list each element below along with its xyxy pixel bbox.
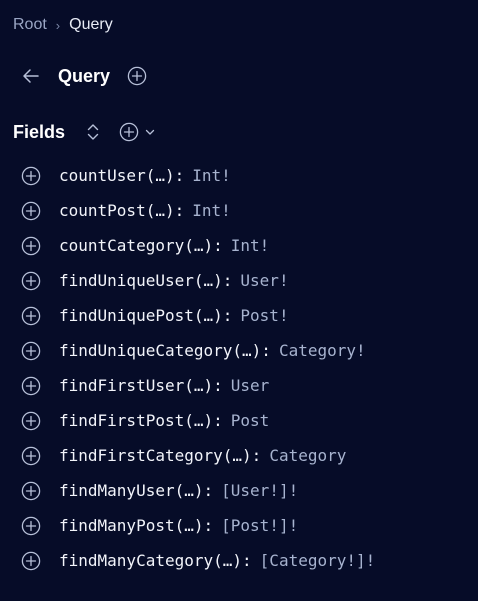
field-type-link[interactable]: Category! (279, 341, 366, 360)
field-row[interactable]: countCategory (…) : Int! (20, 228, 375, 263)
field-args: (…) (184, 376, 214, 395)
arrow-left-icon[interactable] (20, 65, 42, 87)
field-row[interactable]: findFirstCategory (…) : Category (20, 438, 375, 473)
field-colon: : (174, 166, 185, 185)
field-colon: : (251, 446, 262, 465)
plus-circle-icon[interactable] (20, 375, 42, 397)
field-args: (…) (193, 306, 223, 325)
field-type-link[interactable]: Int! (231, 236, 270, 255)
plus-circle-icon[interactable] (20, 480, 42, 502)
fields-section-header: Fields (13, 118, 156, 146)
field-args: (…) (184, 411, 214, 430)
field-colon: : (242, 551, 252, 570)
page-title: Query (58, 65, 111, 86)
field-signature[interactable]: countPost (…) : Int! (59, 201, 231, 220)
field-type-link[interactable]: User! (240, 271, 288, 290)
field-signature[interactable]: findFirstCategory (…) : Category (59, 446, 346, 465)
field-row[interactable]: findManyCategory (…) : [Category!]! (20, 543, 375, 578)
field-name: countCategory (59, 236, 185, 255)
field-type-link[interactable]: Category (269, 446, 346, 465)
breadcrumb: Root › Query (13, 14, 113, 36)
field-row[interactable]: findManyPost (…) : [Post!]! (20, 508, 375, 543)
field-signature[interactable]: findUniquePost (…) : Post! (59, 306, 289, 325)
field-name: findFirstCategory (59, 446, 223, 465)
field-name: findUniquePost (59, 306, 194, 325)
field-row[interactable]: findUniquePost (…) : Post! (20, 298, 375, 333)
field-signature[interactable]: countUser (…) : Int! (59, 166, 231, 185)
field-type-link[interactable]: Post (231, 411, 270, 430)
field-args: (…) (145, 201, 175, 220)
field-colon: : (213, 376, 223, 395)
field-colon: : (203, 481, 214, 500)
field-colon: : (213, 236, 223, 255)
field-args: (…) (213, 551, 243, 570)
field-signature[interactable]: findUniqueCategory (…) : Category! (59, 341, 366, 360)
field-list: countUser (…) : Int! countPost (…) : Int… (20, 158, 375, 578)
field-name: findFirstPost (59, 411, 185, 430)
plus-circle-icon[interactable] (118, 121, 140, 143)
field-colon: : (174, 201, 185, 220)
sort-icon[interactable] (83, 122, 103, 142)
field-type-link[interactable]: [Category!]! (260, 551, 376, 570)
section-title: Fields (13, 121, 66, 142)
plus-circle-icon[interactable] (20, 235, 42, 257)
field-row[interactable]: countUser (…) : Int! (20, 158, 375, 193)
chevron-down-icon[interactable] (144, 126, 156, 138)
field-args: (…) (184, 236, 214, 255)
breadcrumb-separator: › (55, 17, 61, 33)
plus-circle-icon[interactable] (20, 550, 42, 572)
field-args: (…) (145, 166, 175, 185)
field-args: (…) (174, 481, 204, 500)
breadcrumb-root-link[interactable]: Root (13, 16, 47, 34)
field-name: findManyUser (59, 481, 175, 500)
field-colon: : (261, 341, 271, 360)
field-colon: : (213, 411, 223, 430)
field-colon: : (203, 516, 214, 535)
plus-circle-icon[interactable] (20, 200, 42, 222)
field-name: findFirstUser (59, 376, 185, 395)
field-type-link[interactable]: Post! (240, 306, 288, 325)
field-args: (…) (232, 341, 262, 360)
plus-circle-icon[interactable] (20, 445, 42, 467)
field-row[interactable]: countPost (…) : Int! (20, 193, 375, 228)
plus-circle-icon[interactable] (20, 165, 42, 187)
plus-circle-icon[interactable] (20, 305, 42, 327)
field-type-link[interactable]: Int! (192, 201, 231, 220)
field-colon: : (222, 271, 233, 290)
plus-circle-icon[interactable] (20, 515, 42, 537)
field-colon: : (222, 306, 233, 325)
plus-circle-icon[interactable] (126, 65, 148, 87)
field-signature[interactable]: findFirstPost (…) : Post (59, 411, 269, 430)
field-row[interactable]: findUniqueCategory (…) : Category! (20, 333, 375, 368)
title-row: Query (20, 62, 148, 90)
field-args: (…) (222, 446, 252, 465)
field-row[interactable]: findManyUser (…) : [User!]! (20, 473, 375, 508)
field-name: countPost (59, 201, 146, 220)
field-signature[interactable]: findManyCategory (…) : [Category!]! (59, 551, 375, 570)
field-row[interactable]: findUniqueUser (…) : User! (20, 263, 375, 298)
field-name: findManyPost (59, 516, 175, 535)
field-type-link[interactable]: [Post!]! (221, 516, 298, 535)
breadcrumb-current: Query (69, 16, 113, 33)
field-signature[interactable]: countCategory (…) : Int! (59, 236, 269, 255)
field-name: findUniqueCategory (59, 341, 233, 360)
field-row[interactable]: findFirstUser (…) : User (20, 368, 375, 403)
field-name: findUniqueUser (59, 271, 194, 290)
field-type-link[interactable]: [User!]! (221, 481, 298, 500)
field-args: (…) (193, 271, 223, 290)
field-signature[interactable]: findManyUser (…) : [User!]! (59, 481, 298, 500)
field-name: countUser (59, 166, 146, 185)
field-row[interactable]: findFirstPost (…) : Post (20, 403, 375, 438)
field-signature[interactable]: findUniqueUser (…) : User! (59, 271, 289, 290)
plus-circle-icon[interactable] (20, 340, 42, 362)
plus-circle-icon[interactable] (20, 410, 42, 432)
field-signature[interactable]: findManyPost (…) : [Post!]! (59, 516, 298, 535)
field-name: findManyCategory (59, 551, 214, 570)
plus-circle-icon[interactable] (20, 270, 42, 292)
field-args: (…) (174, 516, 204, 535)
field-type-link[interactable]: Int! (192, 166, 231, 185)
field-signature[interactable]: findFirstUser (…) : User (59, 376, 269, 395)
field-type-link[interactable]: User (231, 376, 270, 395)
